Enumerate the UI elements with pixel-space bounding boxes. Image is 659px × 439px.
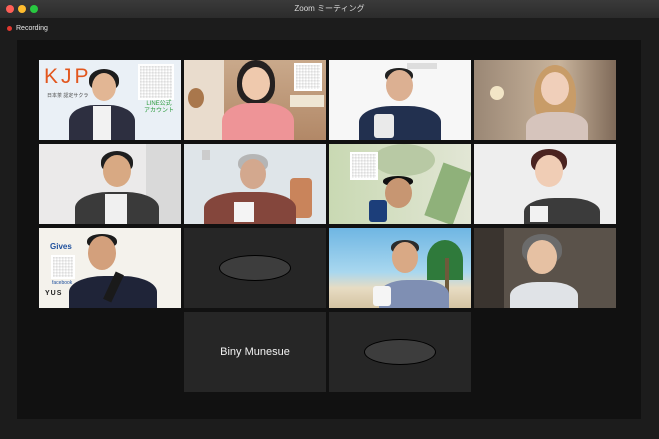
video-off-avatar (219, 255, 291, 281)
gives-logo: Gives (50, 242, 72, 251)
recording-label: Recording (16, 24, 48, 32)
video-tile-gives[interactable]: Gives facebook YUS (39, 228, 181, 308)
video-tile-5[interactable] (39, 144, 181, 224)
kjp-logo: KJP (44, 65, 92, 88)
qr-code (138, 64, 174, 100)
meeting-content: Recording KJP 日本茶 認定サクラ LINE公式 アカウント Giv… (0, 18, 659, 439)
title-bar: Zoom ミーティング (0, 0, 659, 19)
video-tile-off-1[interactable] (184, 228, 326, 308)
recording-dot-icon (7, 25, 12, 31)
video-tile-kjp[interactable]: KJP 日本茶 認定サクラ LINE公式 アカウント (39, 60, 181, 140)
video-tile-biny-munesue[interactable]: Biny Munesue (184, 312, 326, 392)
video-tile-4[interactable] (474, 60, 616, 140)
qr-code (350, 152, 378, 180)
qr-code (51, 255, 75, 279)
video-tile-2[interactable] (184, 60, 326, 140)
qr-code (294, 63, 322, 91)
line-official-label: LINE公式 アカウント (144, 101, 175, 114)
gallery-view: KJP 日本茶 認定サクラ LINE公式 アカウント Gives faceboo… (17, 40, 641, 419)
video-tile-6[interactable] (184, 144, 326, 224)
window-title: Zoom ミーティング (294, 4, 365, 13)
video-tile-8[interactable] (474, 144, 616, 224)
video-tile-off-2[interactable] (329, 312, 471, 392)
video-tile-beach[interactable] (329, 228, 471, 308)
video-off-avatar (364, 339, 436, 365)
participant-name: Biny Munesue (220, 346, 290, 358)
recording-indicator[interactable]: Recording (7, 23, 48, 33)
video-tile-3[interactable] (329, 60, 471, 140)
video-tile-12[interactable] (474, 228, 616, 308)
video-tile-7[interactable] (329, 144, 471, 224)
